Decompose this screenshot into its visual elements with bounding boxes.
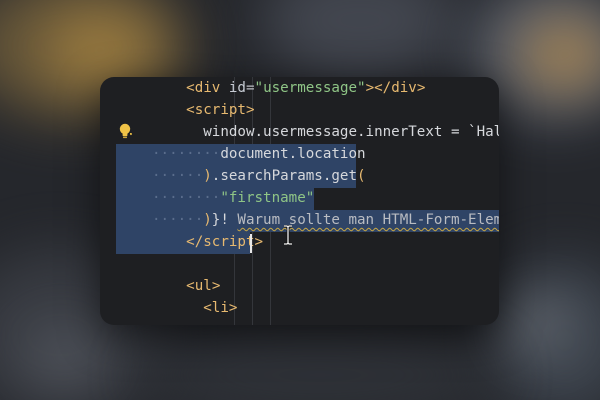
code-token: .searchParams.get	[211, 168, 358, 184]
code-token: div	[194, 80, 221, 96]
code-token: <	[186, 80, 195, 96]
code-line[interactable]: window.usermessage.innerText = `Hal	[152, 121, 499, 143]
code-line[interactable]: </script>	[152, 231, 263, 253]
indent-whitespace: ········	[152, 146, 221, 162]
code-token: script	[194, 102, 246, 118]
code-token: >	[211, 278, 221, 294]
code-token: "firstname"	[220, 190, 315, 206]
code-token: document.location	[220, 146, 366, 162]
code-token: ></	[365, 80, 392, 96]
code-line[interactable]: <li>	[152, 297, 237, 319]
code-line[interactable]: <ul>	[152, 275, 220, 297]
code-token: <	[186, 102, 195, 118]
code-token: div	[391, 80, 417, 96]
code-token: }!	[211, 212, 238, 228]
code-line[interactable]: ········document.location	[152, 143, 366, 165]
code-token: </	[186, 234, 204, 250]
code-line[interactable]: ········"firstname"	[152, 187, 314, 209]
lightbulb-icon[interactable]	[117, 122, 135, 142]
code-token: <	[186, 278, 195, 294]
code-line[interactable]: ······)}! Warum sollte man HTML-Form-Ele…	[152, 209, 499, 231]
code-line[interactable]: <div id="usermessage"></div>	[152, 77, 425, 99]
code-token: Warum sollte man HTML-Form-Eleme	[237, 212, 499, 228]
code-token: id	[228, 80, 246, 96]
code-token: >	[416, 80, 426, 96]
code-token: <	[203, 300, 212, 316]
text-cursor-icon	[284, 225, 292, 245]
indent-whitespace: ······	[152, 168, 204, 184]
code-token: li	[211, 300, 229, 316]
code-token: "usermessage"	[254, 80, 366, 96]
code-token: ul	[194, 278, 212, 294]
code-token: >	[245, 102, 255, 118]
code-token: )	[203, 168, 212, 184]
indent-whitespace: ········	[152, 190, 221, 206]
code-token: =	[245, 80, 255, 96]
code-line[interactable]: ······).searchParams.get(	[152, 165, 366, 187]
code-token: script	[203, 234, 255, 250]
code-line[interactable]: <script>	[152, 99, 255, 121]
text-caret	[250, 234, 252, 253]
code-token: >	[254, 234, 264, 250]
code-editor[interactable]: <div id="usermessage"></div> <script> wi…	[100, 77, 499, 325]
code-token: >	[228, 300, 238, 316]
code-token: window.usermessage.innerText = `Hal	[203, 124, 499, 140]
indent-whitespace: ······	[152, 212, 204, 228]
code-token: (	[357, 168, 366, 184]
code-token: )	[203, 212, 212, 228]
